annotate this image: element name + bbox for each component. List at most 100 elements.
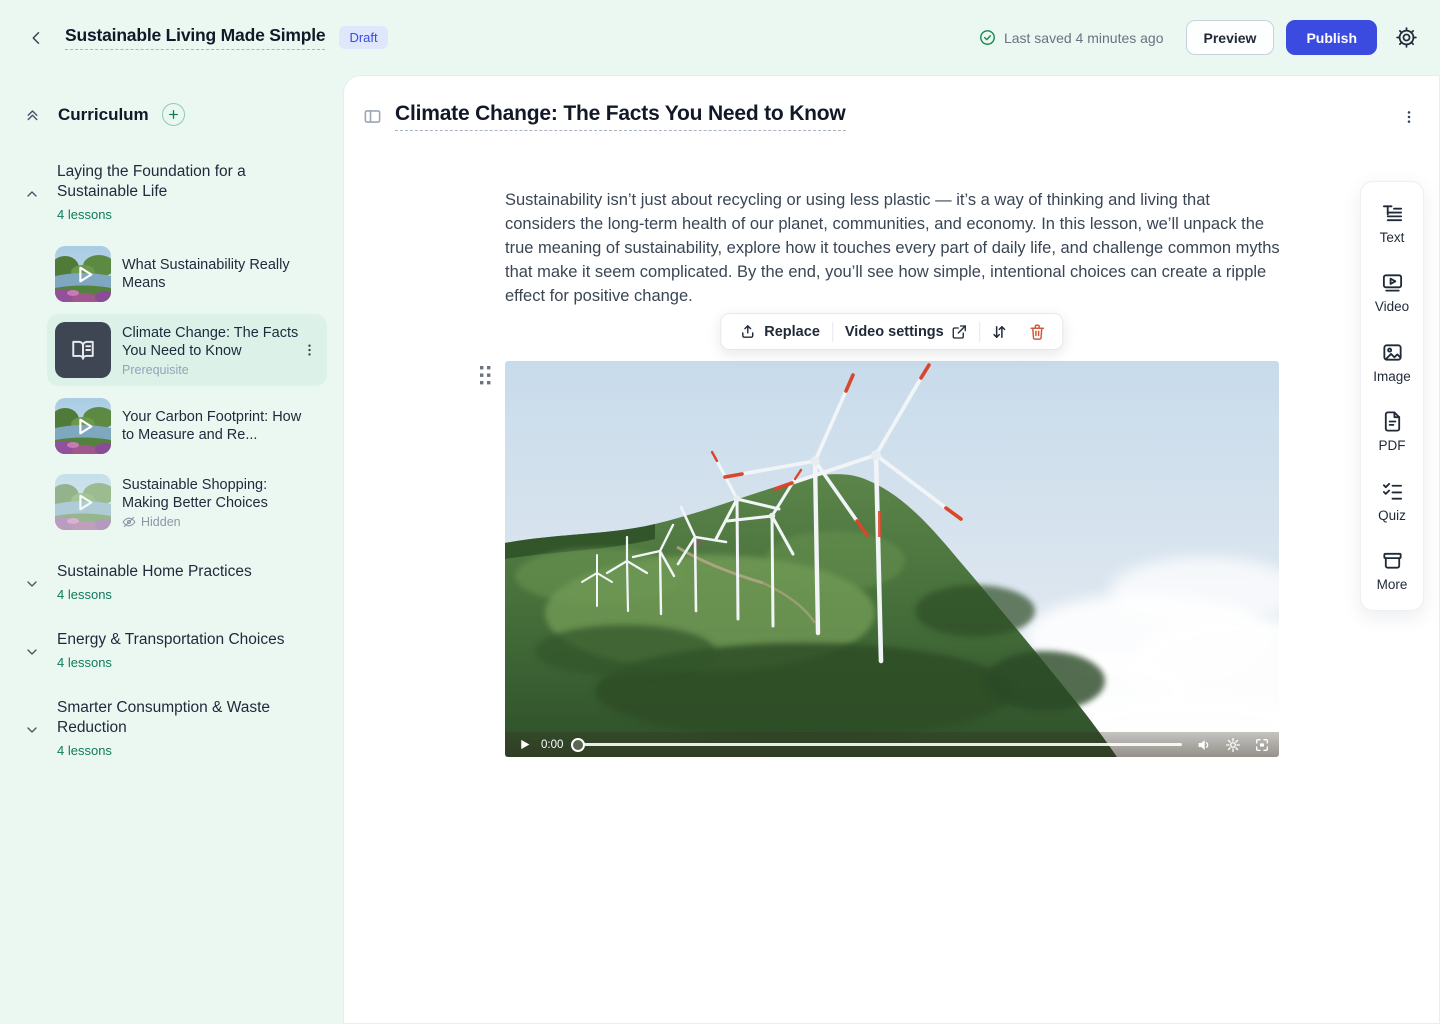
section-title: Smarter Consumption & Waste Reduction: [57, 698, 272, 738]
sidebar-toggle-button[interactable]: [363, 107, 382, 126]
video-block-toolbar: Replace Video settings: [720, 313, 1063, 350]
lesson-menu-button[interactable]: [302, 343, 317, 358]
insert-image-label: Image: [1373, 369, 1411, 384]
curriculum-section: Energy & Transportation Choices 4 lesson…: [0, 630, 343, 670]
lesson-row[interactable]: Your Carbon Footprint: How to Measure an…: [47, 390, 327, 462]
last-saved-text: Last saved 4 minutes ago: [1004, 30, 1164, 46]
progress-track[interactable]: [584, 743, 1182, 746]
check-circle-icon: [979, 29, 996, 46]
section-lesson-count: 4 lessons: [57, 207, 253, 222]
lesson-options-button[interactable]: [1401, 109, 1417, 125]
lesson-title: What Sustainability Really Means: [122, 256, 297, 292]
text-icon: [1381, 202, 1404, 225]
more-icon: [1381, 549, 1404, 572]
kebab-menu-icon: [1401, 109, 1417, 125]
lesson-row-hidden[interactable]: Sustainable Shopping: Making Better Choi…: [47, 466, 327, 538]
course-title[interactable]: Sustainable Living Made Simple: [65, 25, 325, 50]
insert-pdf-button[interactable]: PDF: [1361, 410, 1423, 453]
fullscreen-icon: [1254, 737, 1270, 753]
external-link-icon: [952, 324, 968, 340]
insert-quiz-button[interactable]: Quiz: [1361, 480, 1423, 523]
insert-text-button[interactable]: Text: [1361, 202, 1423, 245]
insert-block-toolbar: Text Video Image PDF Quiz More: [1360, 181, 1424, 611]
settings-button[interactable]: [1395, 26, 1418, 49]
player-settings-button[interactable]: [1225, 737, 1241, 753]
lesson-video-thumbnail: [55, 398, 111, 454]
lesson-list: What Sustainability Really Means Climate…: [47, 238, 327, 538]
trash-icon: [1029, 323, 1047, 341]
play-button[interactable]: [514, 738, 535, 751]
curriculum-title: Curriculum: [58, 105, 149, 125]
chevron-down-icon[interactable]: [24, 644, 40, 660]
video-controls-bar: 0:00: [505, 732, 1279, 757]
video-player[interactable]: 0:00: [505, 361, 1279, 757]
lesson-title: Your Carbon Footprint: How to Measure an…: [122, 408, 302, 444]
reorder-block-button[interactable]: [981, 314, 1019, 349]
section-header[interactable]: Energy & Transportation Choices 4 lesson…: [0, 630, 343, 670]
lesson-editor-panel: Climate Change: The Facts You Need to Kn…: [343, 75, 1440, 1024]
plus-icon: [167, 108, 180, 121]
insert-text-label: Text: [1380, 230, 1405, 245]
section-header[interactable]: Sustainable Home Practices 4 lessons: [0, 562, 343, 602]
back-button[interactable]: [24, 25, 50, 51]
current-time: 0:00: [541, 739, 563, 751]
publish-button[interactable]: Publish: [1286, 20, 1377, 55]
status-badge: Draft: [339, 26, 387, 49]
fullscreen-button[interactable]: [1254, 737, 1270, 753]
section-lesson-count: 4 lessons: [57, 743, 272, 758]
lesson-reading-thumbnail: [55, 322, 111, 378]
section-title: Sustainable Home Practices: [57, 562, 252, 582]
curriculum-section: Laying the Foundation for a Sustainable …: [0, 162, 343, 538]
chevron-down-icon[interactable]: [24, 576, 40, 592]
quiz-icon: [1381, 480, 1404, 503]
scrubber-knob[interactable]: [571, 738, 585, 752]
upload-icon: [739, 323, 756, 340]
volume-button[interactable]: [1196, 737, 1212, 753]
section-title: Laying the Foundation for a Sustainable …: [57, 162, 253, 202]
chevron-down-icon[interactable]: [24, 722, 40, 738]
gear-icon: [1395, 26, 1418, 49]
insert-more-button[interactable]: More: [1361, 549, 1423, 592]
book-open-icon: [70, 337, 96, 363]
replace-video-button[interactable]: Replace: [727, 314, 832, 349]
play-icon: [518, 738, 531, 751]
video-still-wind-turbines: [505, 361, 1279, 757]
lesson-prerequisite-label: Prerequisite: [122, 363, 300, 377]
eye-off-icon: [122, 515, 136, 529]
section-title: Energy & Transportation Choices: [57, 630, 284, 650]
gear-icon: [1225, 737, 1241, 753]
insert-image-button[interactable]: Image: [1361, 341, 1423, 384]
delete-block-button[interactable]: [1019, 314, 1057, 349]
chevron-left-icon: [28, 29, 46, 47]
insert-video-label: Video: [1375, 299, 1409, 314]
grip-dots-icon: [479, 365, 492, 386]
lesson-video-thumbnail: [55, 474, 111, 530]
collapse-all-button[interactable]: [24, 106, 41, 123]
chevron-up-icon[interactable]: [24, 186, 40, 202]
play-icon: [55, 474, 111, 530]
section-header[interactable]: Smarter Consumption & Waste Reduction 4 …: [0, 698, 343, 758]
top-bar: Sustainable Living Made Simple Draft Las…: [0, 0, 1440, 75]
insert-video-button[interactable]: Video: [1361, 271, 1423, 314]
lesson-row[interactable]: What Sustainability Really Means: [47, 238, 327, 310]
last-saved-status: Last saved 4 minutes ago: [979, 29, 1164, 46]
lesson-hidden-label: Hidden: [141, 515, 181, 529]
lesson-text-block[interactable]: Sustainability isn’t just about recyclin…: [505, 188, 1281, 308]
preview-button[interactable]: Preview: [1186, 20, 1275, 55]
image-icon: [1381, 341, 1404, 364]
insert-more-label: More: [1377, 577, 1408, 592]
kebab-menu-icon: [302, 343, 317, 358]
block-drag-handle[interactable]: [479, 365, 492, 386]
insert-quiz-label: Quiz: [1378, 508, 1406, 523]
section-header[interactable]: Laying the Foundation for a Sustainable …: [0, 162, 343, 222]
video-settings-button[interactable]: Video settings: [833, 314, 980, 349]
course-editor-app: Sustainable Living Made Simple Draft Las…: [0, 0, 1440, 1024]
lesson-header: Climate Change: The Facts You Need to Kn…: [344, 76, 1439, 131]
page-title[interactable]: Climate Change: The Facts You Need to Kn…: [395, 102, 846, 131]
play-icon: [55, 246, 111, 302]
lesson-row-selected[interactable]: Climate Change: The Facts You Need to Kn…: [47, 314, 327, 386]
add-section-button[interactable]: [162, 103, 185, 126]
curriculum-section: Sustainable Home Practices 4 lessons: [0, 562, 343, 602]
section-lesson-count: 4 lessons: [57, 587, 252, 602]
lesson-title: Sustainable Shopping: Making Better Choi…: [122, 476, 302, 512]
